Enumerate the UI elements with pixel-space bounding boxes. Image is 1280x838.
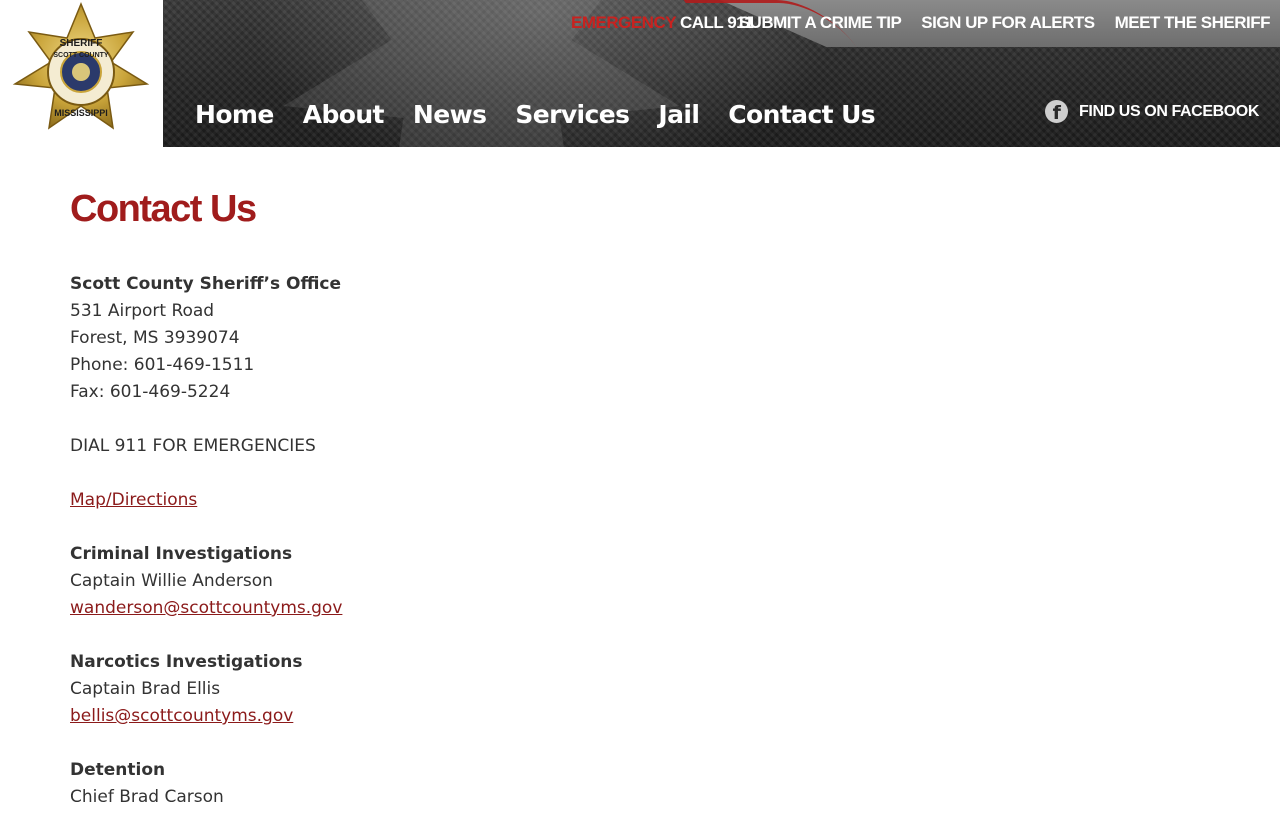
top-links: SUBMIT A CRIME TIP SIGN UP FOR ALERTS ME…	[739, 13, 1271, 33]
seal-text-mid: SCOTT COUNTY	[53, 52, 109, 59]
sheriff-badge-logo[interactable]: SHERIFF SCOTT COUNTY MISSISSIPPI	[0, 0, 163, 147]
facebook-label: FIND US ON FACEBOOK	[1079, 102, 1259, 120]
nav-about[interactable]: About	[303, 100, 385, 129]
nav-services[interactable]: Services	[515, 100, 630, 129]
department-criminal-investigations: Criminal Investigations Captain Willie A…	[70, 541, 1170, 622]
office-phone: Phone: 601-469-1511	[70, 355, 255, 375]
main-content: Contact Us Scott County Sheriff’s Office…	[70, 187, 1170, 838]
office-address-line1: 531 Airport Road	[70, 301, 215, 321]
site-header: SHERIFF SCOTT COUNTY MISSISSIPPI EMERGEN…	[0, 0, 1280, 147]
seal-text-bottom: MISSISSIPPI	[54, 108, 108, 118]
office-name: Scott County Sheriff’s Office	[70, 274, 342, 294]
nav-news[interactable]: News	[413, 100, 487, 129]
emergency-call-911: EMERGENCY CALL 911	[571, 13, 754, 33]
sign-up-for-alerts-link[interactable]: SIGN UP FOR ALERTS	[921, 13, 1095, 33]
nav-jail[interactable]: Jail	[658, 100, 700, 129]
department-contact: Chief Brad Carson	[70, 787, 224, 807]
nav-home[interactable]: Home	[195, 100, 274, 129]
department-name: Detention	[70, 760, 166, 780]
nav-contact-us[interactable]: Contact Us	[728, 100, 875, 129]
map-block: Map/Directions	[70, 487, 1170, 514]
department-email-link[interactable]: wanderson@scottcountyms.gov	[70, 598, 342, 618]
office-address-line2: Forest, MS 3939074	[70, 328, 240, 348]
main-navigation: Home About News Services Jail Contact Us	[195, 100, 876, 129]
department-narcotics-investigations: Narcotics Investigations Captain Brad El…	[70, 649, 1170, 730]
emergency-note: DIAL 911 FOR EMERGENCIES	[70, 436, 316, 456]
badge-star-icon: SHERIFF SCOTT COUNTY MISSISSIPPI	[12, 2, 150, 130]
department-contact: Captain Willie Anderson	[70, 571, 273, 591]
emergency-label: EMERGENCY	[571, 13, 676, 32]
office-fax: Fax: 601-469-5224	[70, 382, 231, 402]
department-name: Narcotics Investigations	[70, 652, 303, 672]
seal-text-top: SHERIFF	[60, 38, 103, 49]
office-block: Scott County Sheriff’s Office 531 Airpor…	[70, 271, 1170, 406]
department-contact: Captain Brad Ellis	[70, 679, 221, 699]
map-directions-link[interactable]: Map/Directions	[70, 490, 197, 510]
department-detention: Detention Chief Brad Carson	[70, 757, 1170, 811]
department-name: Criminal Investigations	[70, 544, 293, 564]
facebook-link[interactable]: f FIND US ON FACEBOOK	[1045, 100, 1259, 123]
department-email-link[interactable]: bellis@scottcountyms.gov	[70, 706, 293, 726]
facebook-icon: f	[1045, 100, 1069, 123]
submit-crime-tip-link[interactable]: SUBMIT A CRIME TIP	[739, 13, 902, 33]
meet-the-sheriff-link[interactable]: MEET THE SHERIFF	[1115, 13, 1271, 33]
page-title: Contact Us	[70, 188, 257, 230]
